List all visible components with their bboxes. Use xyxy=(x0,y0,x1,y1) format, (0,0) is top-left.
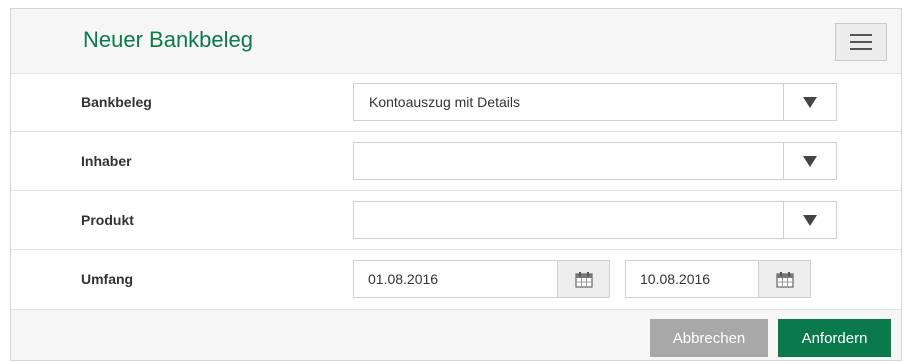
inhaber-select[interactable] xyxy=(353,142,837,180)
form-row-produkt: Produkt xyxy=(11,191,901,250)
form-row-inhaber: Inhaber xyxy=(11,132,901,191)
date-to-calendar-button[interactable] xyxy=(758,261,810,297)
date-to-field[interactable]: 10.08.2016 xyxy=(625,260,811,298)
cancel-button[interactable]: Abbrechen xyxy=(650,319,768,357)
hamburger-menu-icon-line xyxy=(850,48,872,50)
date-from-calendar-button[interactable] xyxy=(557,261,609,297)
bankbeleg-dropdown-button[interactable] xyxy=(783,84,836,120)
menu-button[interactable] xyxy=(835,23,887,61)
request-button[interactable]: Anfordern xyxy=(778,319,891,357)
bankbeleg-select[interactable]: Kontoauszug mit Details xyxy=(353,83,837,121)
inhaber-dropdown-button[interactable] xyxy=(783,143,836,179)
umfang-label: Umfang xyxy=(81,271,134,287)
caret-down-icon xyxy=(803,214,817,226)
bankbeleg-value: Kontoauszug mit Details xyxy=(369,94,520,110)
caret-down-icon xyxy=(803,96,817,108)
form-row-umfang: Umfang 01.08.2016 10.08.2016 xyxy=(11,250,901,310)
date-to-value: 10.08.2016 xyxy=(640,271,711,287)
hamburger-menu-icon xyxy=(850,34,872,36)
calendar-icon xyxy=(775,271,794,288)
produkt-dropdown-button[interactable] xyxy=(783,202,836,238)
calendar-icon xyxy=(574,271,593,288)
inhaber-label: Inhaber xyxy=(81,153,132,169)
dialog-title: Neuer Bankbeleg xyxy=(83,27,254,52)
caret-down-icon xyxy=(803,155,817,167)
new-bank-document-dialog: Neuer Bankbeleg Bankbeleg Kontoauszug mi… xyxy=(10,8,902,361)
dialog-footer: Abbrechen Anfordern xyxy=(11,310,901,360)
bankbeleg-label: Bankbeleg xyxy=(81,94,152,110)
produkt-label: Produkt xyxy=(81,212,134,228)
date-from-value: 01.08.2016 xyxy=(368,271,439,287)
date-from-field[interactable]: 01.08.2016 xyxy=(353,260,610,298)
dialog-header: Neuer Bankbeleg xyxy=(11,9,901,74)
form-row-bankbeleg: Bankbeleg Kontoauszug mit Details xyxy=(11,73,901,132)
produkt-select[interactable] xyxy=(353,201,837,239)
hamburger-menu-icon-line xyxy=(850,41,872,43)
